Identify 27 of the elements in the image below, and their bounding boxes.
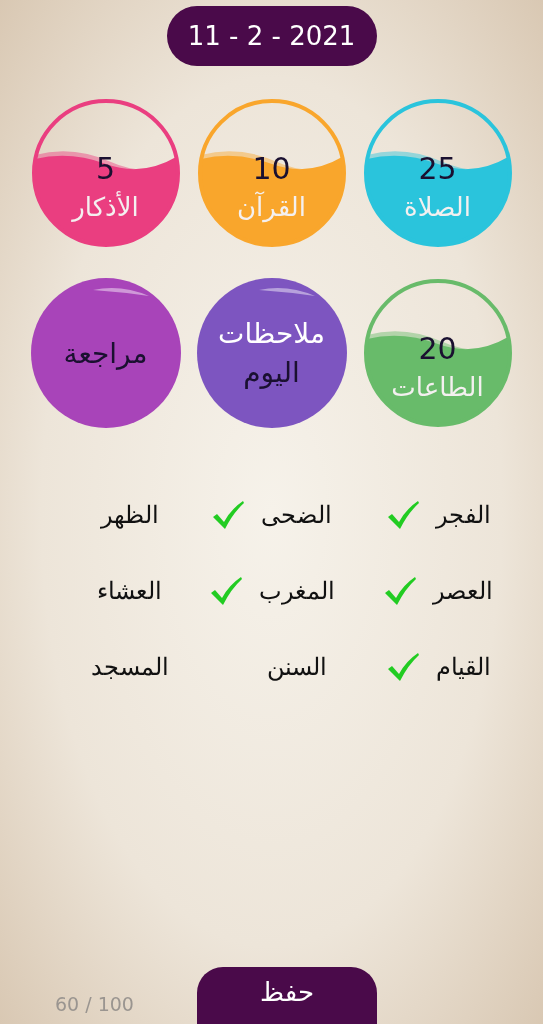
gauge-label: الطاعات	[390, 374, 485, 400]
button-label: مراجعة	[63, 335, 148, 371]
prayer-label: الفجر	[435, 500, 491, 531]
wave-gauge-icon	[196, 98, 347, 248]
save-button[interactable]: حفظ	[197, 967, 377, 1024]
button-label: ملاحظات	[218, 316, 325, 351]
prayer-label: المغرب	[258, 576, 335, 607]
round-button[interactable]: مراجعة	[30, 278, 181, 428]
prayer-label: السنن	[266, 652, 327, 683]
counter: 60 / 100	[55, 991, 134, 1017]
button-label: اليوم	[243, 355, 300, 390]
wave-gauge-icon	[362, 278, 513, 428]
gauge-value: 25	[417, 154, 458, 184]
prayer-label: العشاء	[97, 576, 163, 607]
date-label: 11 - 2 - 2021	[166, 6, 377, 66]
prayer-label: العصر	[433, 576, 494, 607]
round-button[interactable]: ملاحظات اليوم	[196, 278, 347, 428]
wave-gauge-icon	[362, 98, 513, 248]
prayer-label: المسجد	[90, 652, 169, 683]
prayer-label: الظهر	[100, 500, 159, 531]
prayer-label: القيام	[435, 652, 491, 683]
gauge-value: 5	[94, 154, 117, 184]
wave-gauge-icon	[30, 98, 181, 248]
prayer-label: الضحى	[261, 500, 332, 531]
gauge-value: 20	[417, 334, 458, 364]
gauge-label: الصلاة	[403, 194, 472, 220]
gauge-value: 10	[251, 154, 292, 184]
